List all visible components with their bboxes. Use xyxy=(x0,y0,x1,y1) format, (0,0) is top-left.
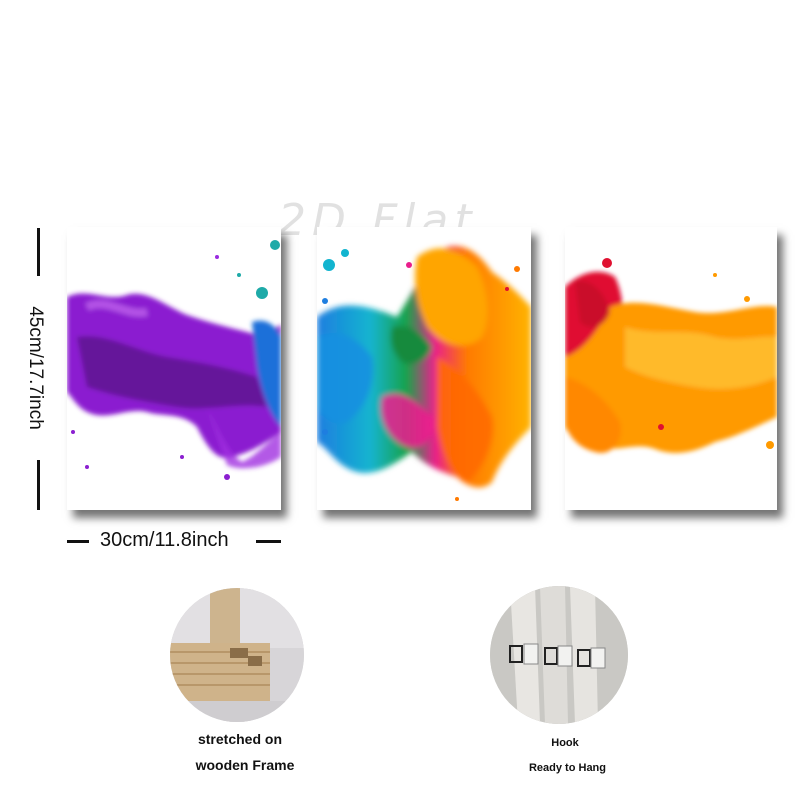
height-label-container: 45cm/17.7inch xyxy=(20,288,50,448)
hook-caption-line2: Ready to Hang xyxy=(528,762,606,774)
canvas-panel-right xyxy=(565,227,777,510)
wooden-frame-photo xyxy=(170,588,304,722)
rainbow-ink-splash xyxy=(317,227,531,510)
hook-illustration xyxy=(490,586,628,724)
frame-caption-line2: wooden Frame xyxy=(195,757,295,773)
width-line-left xyxy=(67,540,89,543)
purple-ink-splash xyxy=(67,227,281,510)
wooden-frame-illustration xyxy=(170,588,304,722)
height-line-top xyxy=(37,228,40,276)
canvas-panel-center xyxy=(317,227,531,510)
frame-caption-line1: stretched on xyxy=(197,731,282,747)
orange-ink-splash xyxy=(565,227,777,510)
hook-caption-line1: Hook xyxy=(551,737,579,749)
width-line-right xyxy=(256,540,281,543)
width-label: 30cm/11.8inch xyxy=(100,529,229,551)
hook-photo xyxy=(490,586,628,724)
canvas-panel-left xyxy=(67,227,281,510)
height-label: 45cm/17.7inch xyxy=(25,306,46,430)
height-line-bottom xyxy=(37,460,40,510)
